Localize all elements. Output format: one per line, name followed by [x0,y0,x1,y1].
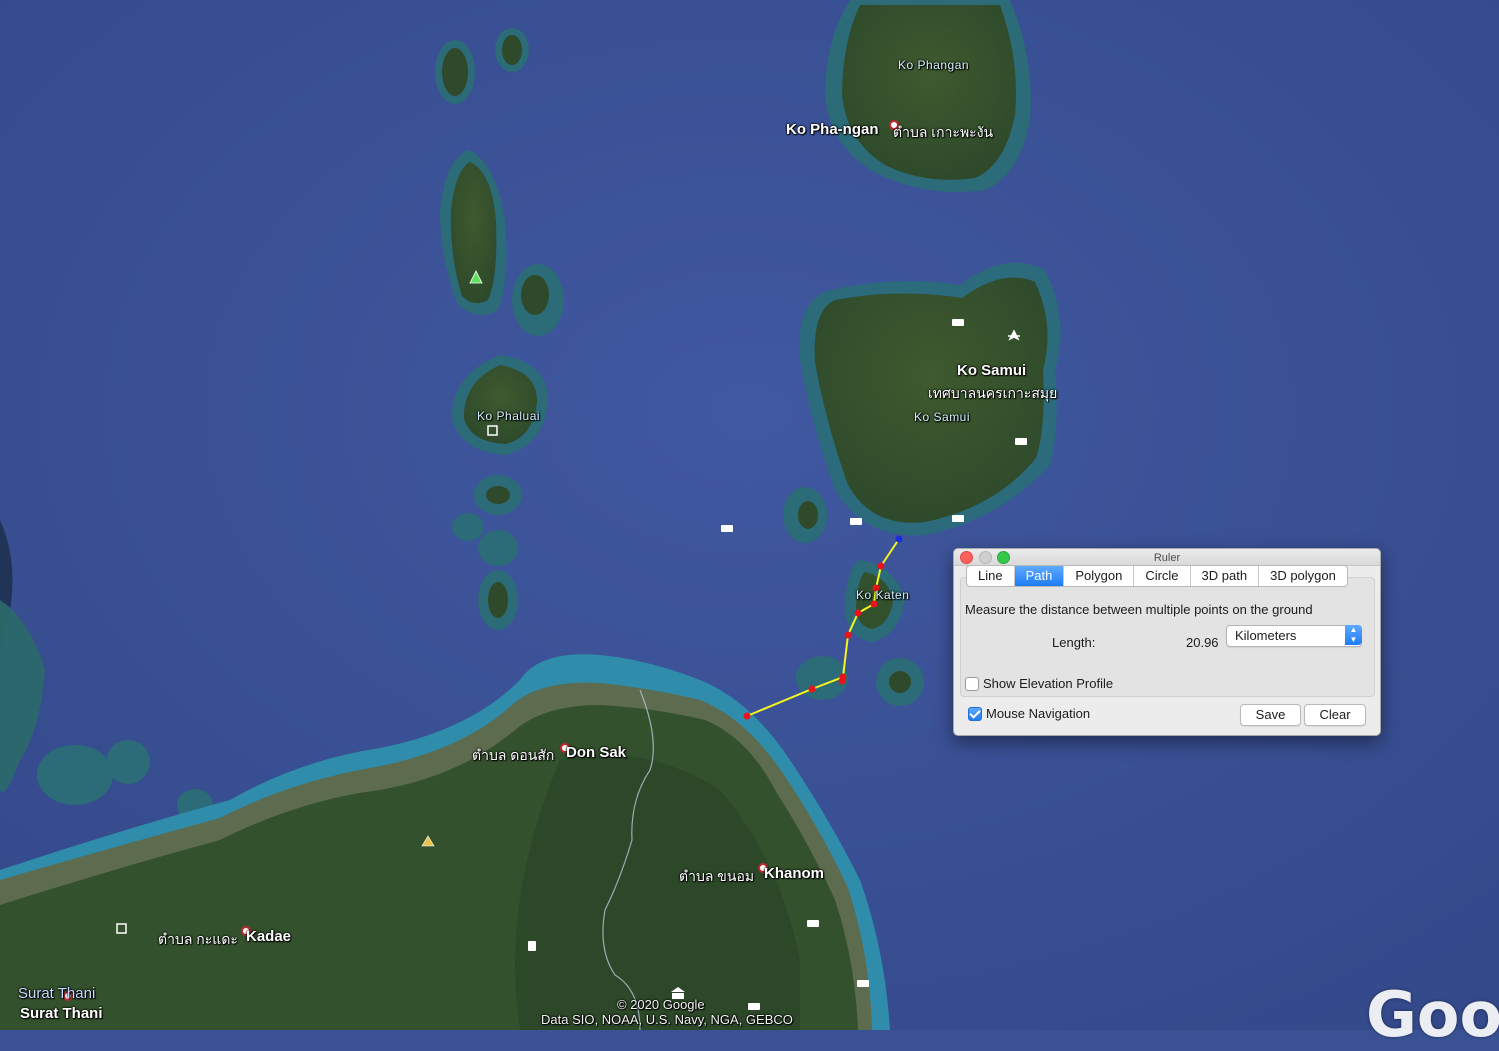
save-button[interactable]: Save [1240,704,1301,726]
label-ko-phaluai: Ko Phaluai [477,409,541,423]
label-don-sak: Don Sak [566,744,627,761]
path-point[interactable] [838,677,846,685]
path-point[interactable] [808,685,816,693]
tab-circle[interactable]: Circle [1134,566,1191,586]
tab-3d-path[interactable]: 3D path [1191,566,1260,586]
tab-polygon[interactable]: Polygon [1064,566,1135,586]
label-ko-katen: Ko Katen [856,588,910,602]
unit-select[interactable]: Kilometers ▲ ▼ [1226,625,1362,647]
show-elevation-label[interactable]: Show Elevation Profile [983,676,1113,691]
label-ko-phangan-island: Ko Phangan [898,58,970,72]
label-ko-samui-thai: เทศบาลนครเกาะสมุย [928,385,1058,401]
ruler-window: Ruler Line Path Polygon Circle 3D path 3… [953,548,1381,736]
label-ko-pha-ngan: Ko Pha-ngan [786,121,879,138]
label-khanom-thai: ตำบล ขนอม [679,868,755,884]
copyright-text: © 2020 Google [617,997,705,1012]
islet-samui-w-land [798,501,818,529]
show-elevation-checkbox[interactable] [965,677,979,691]
label-khanom: Khanom [764,865,824,882]
islet-katen-e-land [889,671,911,693]
islet-s4-land [488,582,508,618]
path-point[interactable] [854,609,862,617]
label-ko-samui-town: Ko Samui [957,362,1027,379]
hotel-icon[interactable] [748,1003,760,1010]
unit-select-value: Kilometers [1235,628,1297,643]
hotel-icon[interactable] [857,980,869,987]
ruler-description: Measure the distance between multiple po… [965,602,1313,617]
path-point[interactable] [844,631,852,639]
label-ko-samui-island: Ko Samui [914,410,971,424]
path-start-point[interactable] [895,535,903,543]
hotel-icon[interactable] [807,920,819,927]
gas-station-icon[interactable] [528,941,536,951]
tab-3d-polygon[interactable]: 3D polygon [1259,566,1347,586]
hotel-icon[interactable] [1015,438,1027,445]
islet-w2 [37,745,113,805]
islet-s2 [452,513,484,541]
tab-line[interactable]: Line [967,566,1015,586]
window-title: Ruler [1153,552,1181,564]
label-don-sak-thai: ตำบล ดอนสัก [472,747,555,763]
close-button[interactable] [960,551,973,564]
ruler-tab-bar: Line Path Polygon Circle 3D path 3D poly… [966,565,1348,587]
mouse-navigation-label[interactable]: Mouse Navigation [986,706,1090,721]
tab-path[interactable]: Path [1014,566,1065,586]
islet-chain-e-land [521,275,549,315]
islet-s3 [478,530,518,566]
hotel-icon[interactable] [952,515,964,522]
islet-s1-land [486,486,510,504]
length-label: Length: [1052,635,1096,650]
label-surat-thani-2: Surat Thani [20,1005,103,1022]
attribution-text: Data SIO, NOAA, U.S. Navy, NGA, GEBCO [541,1012,793,1027]
zoom-button[interactable] [997,551,1010,564]
clear-button[interactable]: Clear [1304,704,1366,726]
length-value: 20.96 [1186,635,1219,650]
hotel-icon[interactable] [952,319,964,326]
mouse-navigation-checkbox[interactable] [968,707,982,721]
google-logo: Goog [1366,978,1499,1051]
label-kadae: Kadae [246,928,292,945]
ruler-titlebar[interactable]: Ruler [954,549,1380,566]
label-ko-phangan-thai: ตำบล เกาะพะงัน [893,124,994,140]
islet-n1-land [442,48,468,96]
path-end-point[interactable] [743,712,751,720]
label-kadae-thai: ตำบล กะแดะ [158,931,238,947]
path-point[interactable] [877,562,885,570]
hotel-icon[interactable] [850,518,862,525]
hotel-icon[interactable] [721,525,733,532]
minimize-button[interactable] [979,551,992,564]
chevron-updown-icon[interactable]: ▲ ▼ [1345,625,1362,645]
islet-n2-land [502,35,522,65]
label-surat-thani: Surat Thani [18,985,96,1002]
